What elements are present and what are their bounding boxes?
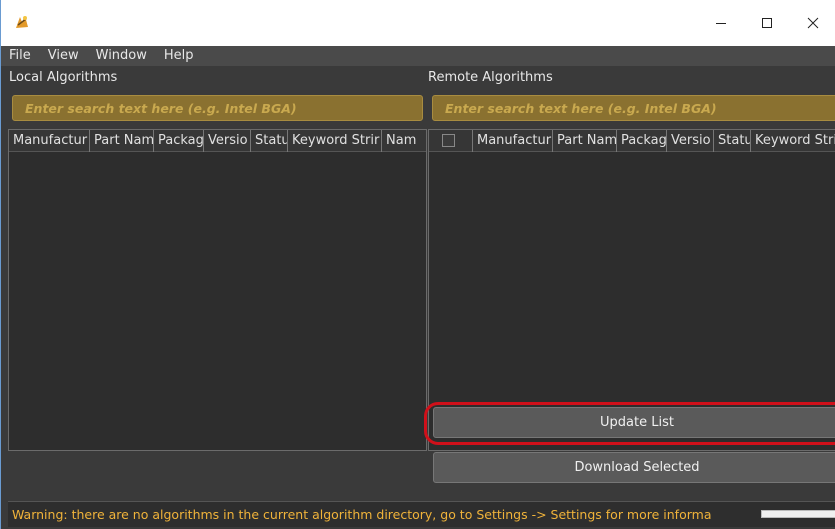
column-header-package[interactable]: Packag (617, 130, 667, 152)
menu-file[interactable]: File (1, 46, 40, 66)
update-list-button[interactable]: Update List (433, 407, 835, 438)
maximize-icon (762, 18, 772, 28)
menu-window[interactable]: Window (88, 46, 156, 66)
column-header-name[interactable]: Nam (382, 130, 426, 152)
column-header-manufacturer[interactable]: Manufactur (473, 130, 553, 152)
remote-search-input[interactable] (432, 95, 835, 121)
column-header-part-name[interactable]: Part Nam (553, 130, 617, 152)
menu-view[interactable]: View (40, 46, 88, 66)
select-all-checkbox[interactable] (442, 134, 455, 147)
download-selected-button[interactable]: Download Selected (433, 452, 835, 483)
status-bar: Warning: there are no algorithms in the … (8, 501, 835, 527)
app-logo-icon (16, 16, 28, 28)
minimize-icon (716, 23, 726, 24)
column-header-status[interactable]: Statu (251, 130, 288, 152)
local-search-input[interactable] (12, 95, 423, 121)
close-icon (807, 17, 819, 29)
local-table-header: Manufactur Part Nam Packag Versio Statu … (9, 130, 426, 152)
column-header-manufacturer[interactable]: Manufactur (9, 130, 90, 152)
remote-algorithms-label: Remote Algorithms (428, 70, 553, 85)
column-header-keyword-string[interactable]: Keyword Stri (751, 130, 835, 152)
local-algorithms-table[interactable]: Manufactur Part Nam Packag Versio Statu … (8, 129, 427, 451)
column-header-keyword-string[interactable]: Keyword Strir (288, 130, 382, 152)
column-header-version[interactable]: Versio (667, 130, 714, 152)
menu-help[interactable]: Help (156, 46, 203, 66)
minimize-button[interactable] (698, 0, 744, 46)
column-header-select[interactable] (429, 130, 473, 152)
local-algorithms-label: Local Algorithms (9, 70, 118, 85)
maximize-button[interactable] (744, 0, 790, 46)
column-header-version[interactable]: Versio (204, 130, 251, 152)
remote-table-header: Manufactur Part Nam Packag Versio Statu … (429, 130, 835, 152)
close-button[interactable] (790, 0, 835, 46)
menu-bar: File View Window Help (1, 46, 835, 66)
column-header-status[interactable]: Statu (714, 130, 751, 152)
column-header-part-name[interactable]: Part Nam (90, 130, 154, 152)
main-window: File View Window Help Local Algorithms R… (0, 46, 835, 529)
column-header-package[interactable]: Packag (154, 130, 204, 152)
title-bar (0, 0, 835, 46)
status-warning-text: Warning: there are no algorithms in the … (12, 507, 712, 522)
status-progress-bar (761, 510, 835, 518)
